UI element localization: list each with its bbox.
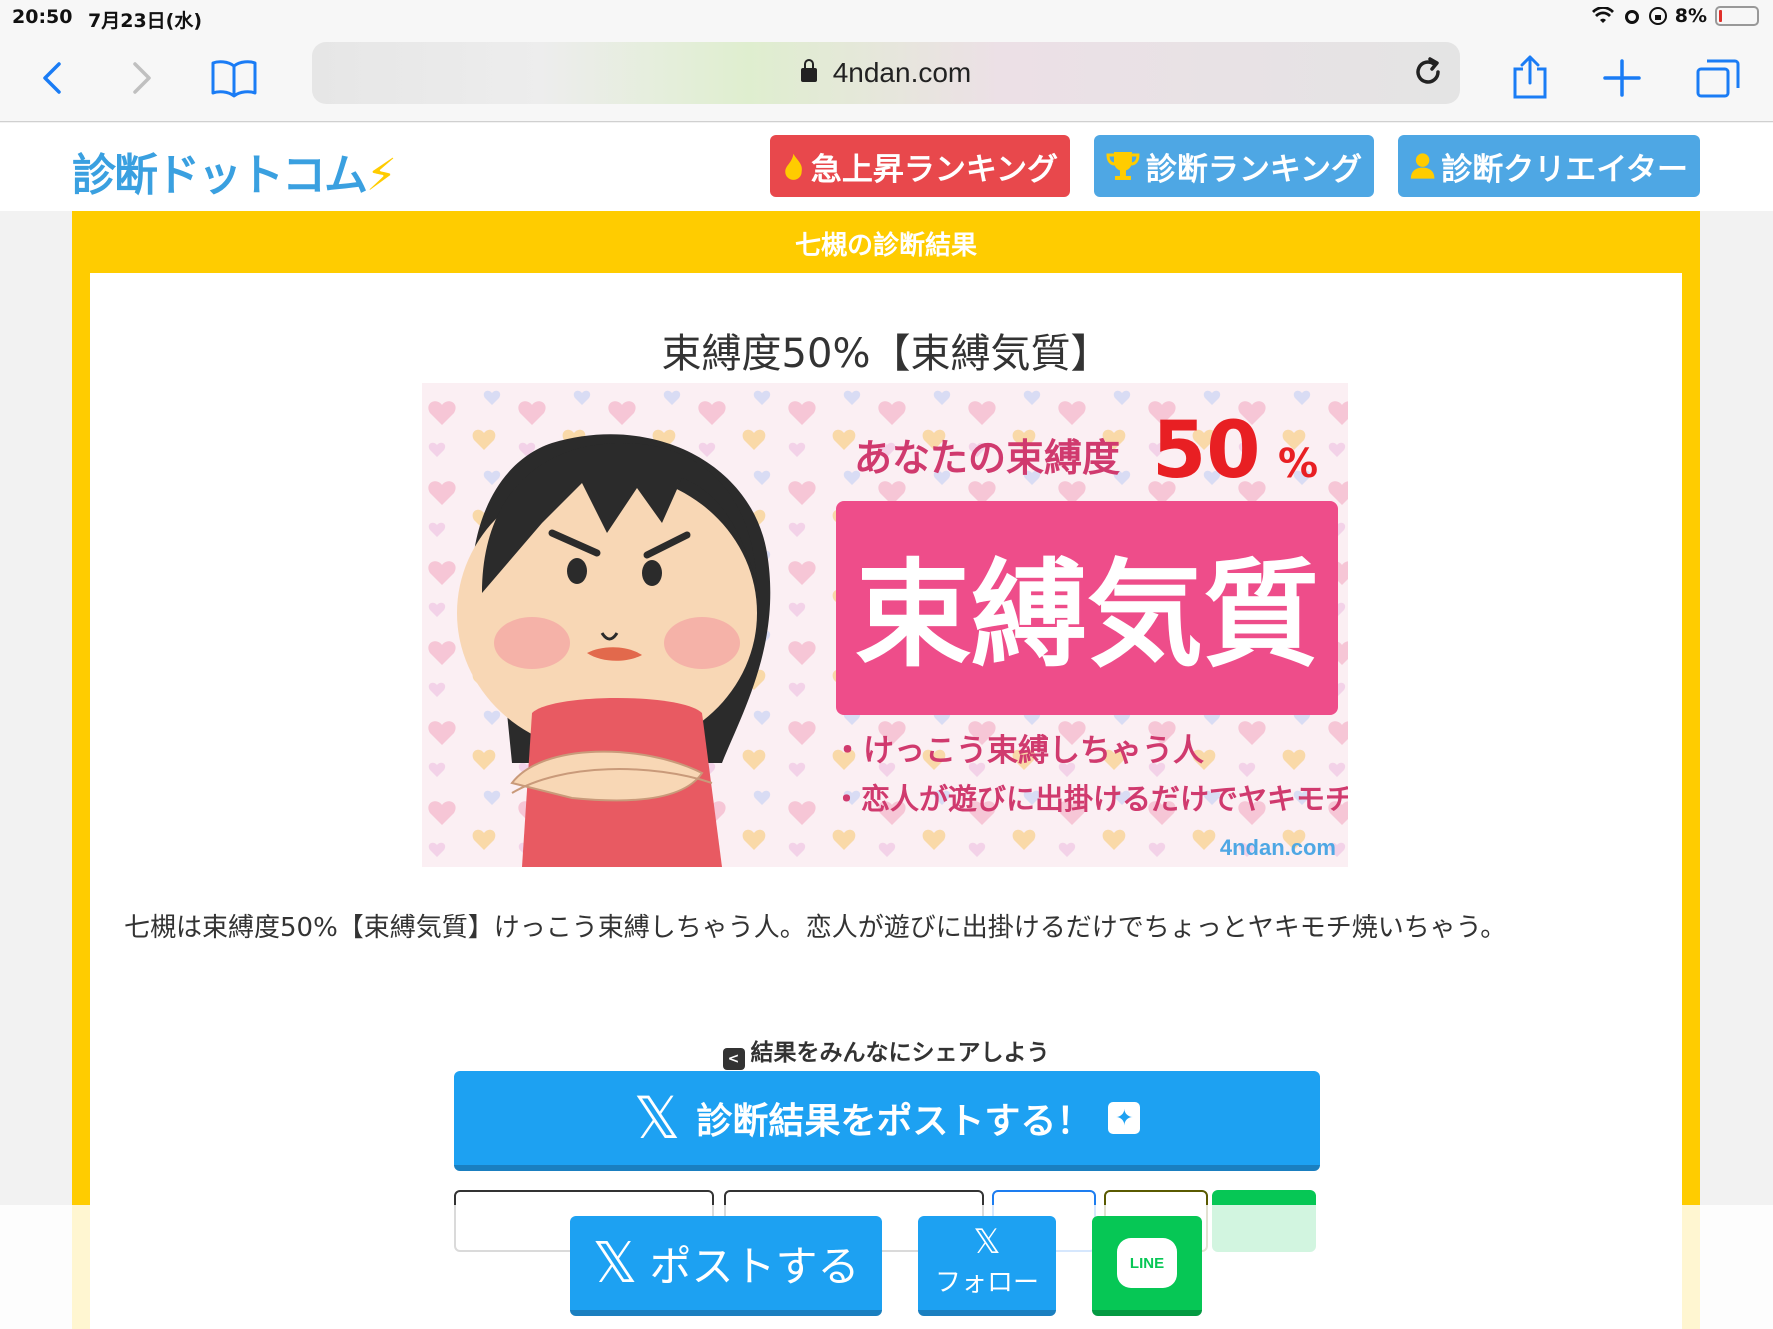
x-logo-icon: 𝕏 (592, 1230, 638, 1296)
status-date: 7月23日(水) (88, 10, 203, 32)
bullet-1: ・けっこう束縛しちゃう人 (832, 733, 1204, 769)
floating-follow-label: フォロー (934, 1268, 1039, 1298)
floating-post-button[interactable]: 𝕏 ポストする (570, 1216, 882, 1316)
score-value: 50 (1152, 406, 1261, 496)
floating-line-button[interactable]: LINE (1092, 1216, 1202, 1316)
nav-creators[interactable]: 診断クリエイター (1398, 135, 1700, 197)
lock-icon (800, 59, 817, 82)
nav-label: 診断クリエイター (1441, 151, 1688, 188)
bullet-2: ・恋人が遊びに出掛けるだけでヤキモチ (832, 782, 1348, 816)
battery-icon (1715, 6, 1759, 26)
floating-bar-backdrop (0, 1205, 1773, 1329)
tabs-icon[interactable] (1690, 50, 1746, 106)
battery-percent: 8% (1674, 5, 1707, 27)
alarm-icon (1624, 10, 1639, 24)
card-body: 束縛度50%【束縛気質】 あなたの束縛度 50 % 束縛気質 ・けっこう束縛しち… (90, 273, 1682, 1329)
forward-icon[interactable] (114, 50, 170, 106)
floating-follow-button[interactable]: 𝕏 フォロー (918, 1216, 1056, 1316)
floating-post-label: ポストする (649, 1241, 860, 1291)
status-bar: 20:50 7月23日(水) 8% (0, 0, 1773, 36)
bolt-icon: ⚡ (366, 150, 397, 201)
share-icon: < (722, 1048, 745, 1070)
share-label: < 結果をみんなにシェアしよう (90, 1033, 1682, 1070)
wifi-icon (1591, 7, 1614, 23)
type-label: 束縛気質 (855, 548, 1319, 683)
x-logo-icon: 𝕏 (973, 1222, 1001, 1262)
url-text: 4ndan.com (832, 57, 972, 88)
card-header: 七槻の診断結果 (794, 231, 977, 261)
site-header: 診断ドットコム⚡ 急上昇ランキング 診断ランキング 診断クリエイター (0, 123, 1773, 211)
user-icon (1410, 153, 1435, 179)
status-time: 20:50 (12, 6, 73, 28)
result-title: 束縛度50%【束縛気質】 (661, 331, 1111, 377)
nav-ranking[interactable]: 診断ランキング (1094, 135, 1374, 197)
trophy-icon (1106, 152, 1140, 180)
new-tab-icon[interactable] (1594, 50, 1650, 106)
rotation-lock-icon (1648, 7, 1667, 25)
back-icon[interactable] (24, 50, 80, 106)
post-result-label: 診断結果をポストする！ (696, 1101, 1093, 1142)
result-description: 七槻は束縛度50%【束縛気質】けっこう束縛しちゃう人。恋人が遊びに出掛けるだけで… (124, 913, 1507, 943)
reload-icon[interactable] (1410, 54, 1446, 90)
fire-icon (785, 153, 802, 180)
nav-label: 診断ランキング (1145, 151, 1362, 188)
browser-toolbar: 4ndan.com (0, 36, 1773, 122)
image-watermark: 4ndan.com (1220, 835, 1336, 860)
bookmarks-icon[interactable] (206, 50, 262, 106)
share-icon[interactable] (1502, 50, 1558, 106)
site-logo[interactable]: 診断ドットコム⚡ (72, 139, 397, 203)
nav-label: 急上昇ランキング (810, 151, 1058, 188)
result-image: あなたの束縛度 50 % 束縛気質 ・けっこう束縛しちゃう人 ・恋人が遊びに出掛… (422, 383, 1348, 867)
twitter-bird-icon: ✦ (1108, 1102, 1141, 1134)
post-result-button[interactable]: 𝕏 診断結果をポストする！ ✦ (454, 1071, 1320, 1171)
result-illustration: あなたの束縛度 50 % 束縛気質 ・けっこう束縛しちゃう人 ・恋人が遊びに出掛… (422, 383, 1348, 867)
score-unit: % (1278, 441, 1318, 487)
line-logo-icon: LINE (1117, 1238, 1177, 1288)
x-logo-icon: 𝕏 (633, 1084, 681, 1152)
status-icons: 8% (1591, 5, 1759, 27)
nav-trending-ranking[interactable]: 急上昇ランキング (770, 135, 1070, 197)
address-bar[interactable]: 4ndan.com (312, 42, 1460, 104)
screen: 20:50 7月23日(水) 8% 4ndan.com 診断ドットコム⚡ 急上昇… (0, 0, 1773, 1329)
result-card: 七槻の診断結果 束縛度50%【束縛気質】 あなたの束縛度 50 % 束縛気質 ・… (72, 211, 1700, 1329)
score-prefix: あなたの束縛度 (854, 436, 1120, 480)
